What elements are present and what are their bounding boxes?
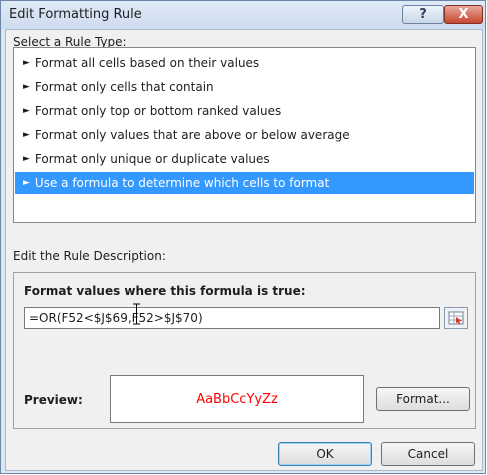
format-button-label: Format... bbox=[396, 392, 450, 406]
format-button[interactable]: Format... bbox=[376, 387, 470, 411]
rule-type-item[interactable]: ► Format all cells based on their values bbox=[15, 52, 474, 74]
rule-type-item-label: Format all cells based on their values bbox=[34, 56, 260, 70]
rule-type-item[interactable]: ► Format only values that are above or b… bbox=[15, 124, 474, 146]
text-cursor-icon bbox=[133, 303, 140, 325]
formula-input[interactable] bbox=[24, 307, 440, 329]
rule-type-item-label: Format only cells that contain bbox=[34, 80, 214, 94]
rule-type-item[interactable]: ► Format only cells that contain bbox=[15, 76, 474, 98]
triangle-right-icon: ► bbox=[23, 130, 30, 140]
triangle-right-icon: ► bbox=[23, 178, 30, 188]
rule-type-item[interactable]: ► Format only unique or duplicate values bbox=[15, 148, 474, 170]
rule-type-item-label: Format only unique or duplicate values bbox=[34, 152, 270, 166]
preview-sample-text: AaBbCcYyZz bbox=[196, 391, 278, 407]
triangle-right-icon: ► bbox=[23, 106, 30, 116]
cancel-button-label: Cancel bbox=[407, 447, 449, 461]
ok-button[interactable]: OK bbox=[278, 442, 372, 466]
triangle-right-icon: ► bbox=[23, 154, 30, 164]
edit-formatting-rule-dialog: Edit Formatting Rule ? X Select a Rule T… bbox=[0, 0, 486, 474]
close-button[interactable]: X bbox=[444, 5, 483, 24]
collapse-dialog-button[interactable] bbox=[444, 307, 468, 329]
help-button[interactable]: ? bbox=[402, 5, 444, 24]
triangle-right-icon: ► bbox=[23, 82, 30, 92]
rule-type-item-label: Use a formula to determine which cells t… bbox=[34, 176, 330, 190]
ok-button-label: OK bbox=[316, 447, 334, 461]
rule-type-item-selected[interactable]: ► Use a formula to determine which cells… bbox=[15, 172, 474, 194]
rule-type-item[interactable]: ► Format only top or bottom ranked value… bbox=[15, 100, 474, 122]
help-icon: ? bbox=[419, 7, 427, 22]
format-preview: AaBbCcYyZz bbox=[110, 375, 364, 423]
cancel-button[interactable]: Cancel bbox=[381, 442, 475, 466]
close-icon: X bbox=[458, 7, 469, 22]
rule-type-list[interactable]: ► Format all cells based on their values… bbox=[13, 47, 476, 223]
dialog-title: Edit Formatting Rule bbox=[9, 7, 142, 22]
formula-heading: Format values where this formula is true… bbox=[24, 284, 306, 298]
rule-type-item-label: Format only values that are above or bel… bbox=[34, 128, 350, 142]
title-bar[interactable]: Edit Formatting Rule ? X bbox=[1, 1, 485, 29]
preview-label: Preview: bbox=[24, 393, 83, 407]
rule-type-item-label: Format only top or bottom ranked values bbox=[34, 104, 282, 118]
range-select-icon bbox=[448, 311, 464, 325]
rule-description-label: Edit the Rule Description: bbox=[13, 249, 166, 263]
triangle-right-icon: ► bbox=[23, 58, 30, 68]
